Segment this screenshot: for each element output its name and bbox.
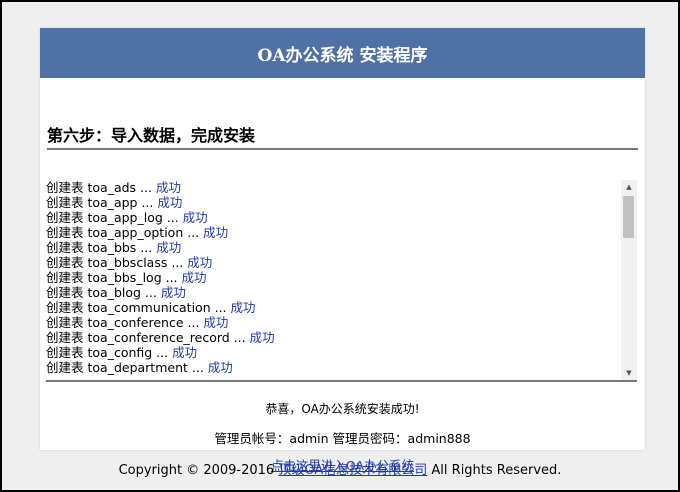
installer-header: OA办公系统 安装程序 xyxy=(40,28,645,78)
log-line-prefix: 创建表 xyxy=(46,300,88,315)
footer-rights: All Rights Reserved. xyxy=(431,463,562,478)
log-line-table: toa_communication xyxy=(87,300,215,315)
log-line-separator: ... xyxy=(214,300,231,315)
log-line-table: toa_department xyxy=(87,360,192,375)
log-line-separator: ... xyxy=(166,210,183,225)
log-line-table: toa_bbs_log xyxy=(87,270,166,285)
installer-panel: OA办公系统 安装程序 第六步：导入数据，完成安装 创建表 toa_ads ..… xyxy=(40,28,645,473)
log-line-table: toa_bbs xyxy=(87,240,141,255)
log-line-separator: ... xyxy=(187,315,204,330)
log-line-status: 成功 xyxy=(203,225,229,240)
log-line-table: toa_app_log xyxy=(87,210,167,225)
log-line-status: 成功 xyxy=(155,180,181,195)
log-line-prefix: 创建表 xyxy=(46,210,88,225)
log-line-prefix: 创建表 xyxy=(46,195,88,210)
log-line-status: 成功 xyxy=(207,360,233,375)
log-line: 创建表 toa_bbs_log ... 成功 xyxy=(46,270,620,285)
installer-title: OA办公系统 安装程序 xyxy=(257,45,428,66)
log-line-status: 成功 xyxy=(181,270,207,285)
footer-company-link[interactable]: 顶级OA信息技术有限公司 xyxy=(278,463,427,478)
log-line-separator: ... xyxy=(187,225,204,240)
log-line-separator: ... xyxy=(140,180,156,195)
log-line-prefix: 创建表 xyxy=(46,240,88,255)
log-line-separator: ... xyxy=(140,240,157,255)
install-log-lines: 创建表 toa_ads ... 成功 创建表 toa_app ... 成功 创建表 … xyxy=(46,180,620,375)
log-line-status: 成功 xyxy=(182,210,208,225)
step-title: 第六步：导入数据，完成安装 xyxy=(47,126,256,145)
log-line-prefix: 创建表 xyxy=(46,270,88,285)
log-line-separator: ... xyxy=(191,360,208,375)
log-scrollbar[interactable]: ▲ ▼ xyxy=(621,180,637,380)
log-line-prefix: 创建表 xyxy=(46,285,88,300)
log-line-status: 成功 xyxy=(203,315,229,330)
log-line: 创建表 toa_conference_record ... 成功 xyxy=(46,330,620,345)
log-line-separator: ... xyxy=(165,270,182,285)
log-line: 创建表 toa_communication ... 成功 xyxy=(46,300,620,315)
admin-credentials: 管理员帐号：admin 管理员密码：admin888 xyxy=(214,431,471,446)
log-line-status: 成功 xyxy=(249,330,275,345)
log-line-status: 成功 xyxy=(230,300,256,315)
log-line-separator: ... xyxy=(144,285,161,300)
log-line-table: toa_conference xyxy=(87,315,188,330)
step-divider xyxy=(47,148,638,150)
footer-copyright: Copyright © 2009-2016 xyxy=(118,463,275,478)
log-line-prefix: 创建表 xyxy=(46,345,88,360)
footer: Copyright © 2009-2016 顶级OA信息技术有限公司 All R… xyxy=(0,459,680,478)
log-line-separator: ... xyxy=(171,255,188,270)
log-line-status: 成功 xyxy=(187,255,213,270)
scroll-up-arrow-icon[interactable]: ▲ xyxy=(621,180,637,194)
install-log[interactable]: 创建表 toa_ads ... 成功 创建表 toa_app ... 成功 创建表 … xyxy=(46,180,637,382)
log-line-prefix: 创建表 xyxy=(46,225,88,240)
log-line-table: toa_blog xyxy=(87,285,145,300)
log-line-status: 成功 xyxy=(160,285,186,300)
log-line-status: 成功 xyxy=(156,240,182,255)
log-line-separator: ... xyxy=(156,345,173,360)
log-line: 创建表 toa_config ... 成功 xyxy=(46,345,620,360)
log-line-table: toa_config xyxy=(87,345,157,360)
log-line-table: toa_conference_record xyxy=(87,330,234,345)
log-line: 创建表 toa_app_option ... 成功 xyxy=(46,225,620,240)
log-line-table: toa_bbsclass xyxy=(87,255,172,270)
log-line-prefix: 创建表 xyxy=(46,255,88,270)
log-line: 创建表 toa_ads ... 成功 xyxy=(46,180,620,195)
log-line-table: toa_app xyxy=(87,195,142,210)
log-line: 创建表 toa_app ... 成功 xyxy=(46,195,620,210)
log-line: 创建表 toa_department ... 成功 xyxy=(46,360,620,375)
log-line: 创建表 toa_app_log ... 成功 xyxy=(46,210,620,225)
log-line-table: toa_ads xyxy=(87,180,141,195)
log-line-prefix: 创建表 xyxy=(46,330,88,345)
log-line-prefix: 创建表 xyxy=(46,315,88,330)
log-line: 创建表 toa_bbs ... 成功 xyxy=(46,240,620,255)
log-line: 创建表 toa_bbsclass ... 成功 xyxy=(46,255,620,270)
log-line-prefix: 创建表 xyxy=(46,360,88,375)
install-success-message: 恭喜，OA办公系统安装成功! xyxy=(265,402,420,416)
log-line-separator: ... xyxy=(233,330,250,345)
log-line-status: 成功 xyxy=(172,345,198,360)
log-line: 创建表 toa_blog ... 成功 xyxy=(46,285,620,300)
log-line-table: toa_app_option xyxy=(87,225,188,240)
scroll-down-arrow-icon[interactable]: ▼ xyxy=(621,366,637,380)
log-line-separator: ... xyxy=(141,195,158,210)
log-line-prefix: 创建表 xyxy=(46,180,88,195)
log-line-status: 成功 xyxy=(157,195,183,210)
log-line: 创建表 toa_conference ... 成功 xyxy=(46,315,620,330)
scrollbar-thumb[interactable] xyxy=(623,196,634,238)
